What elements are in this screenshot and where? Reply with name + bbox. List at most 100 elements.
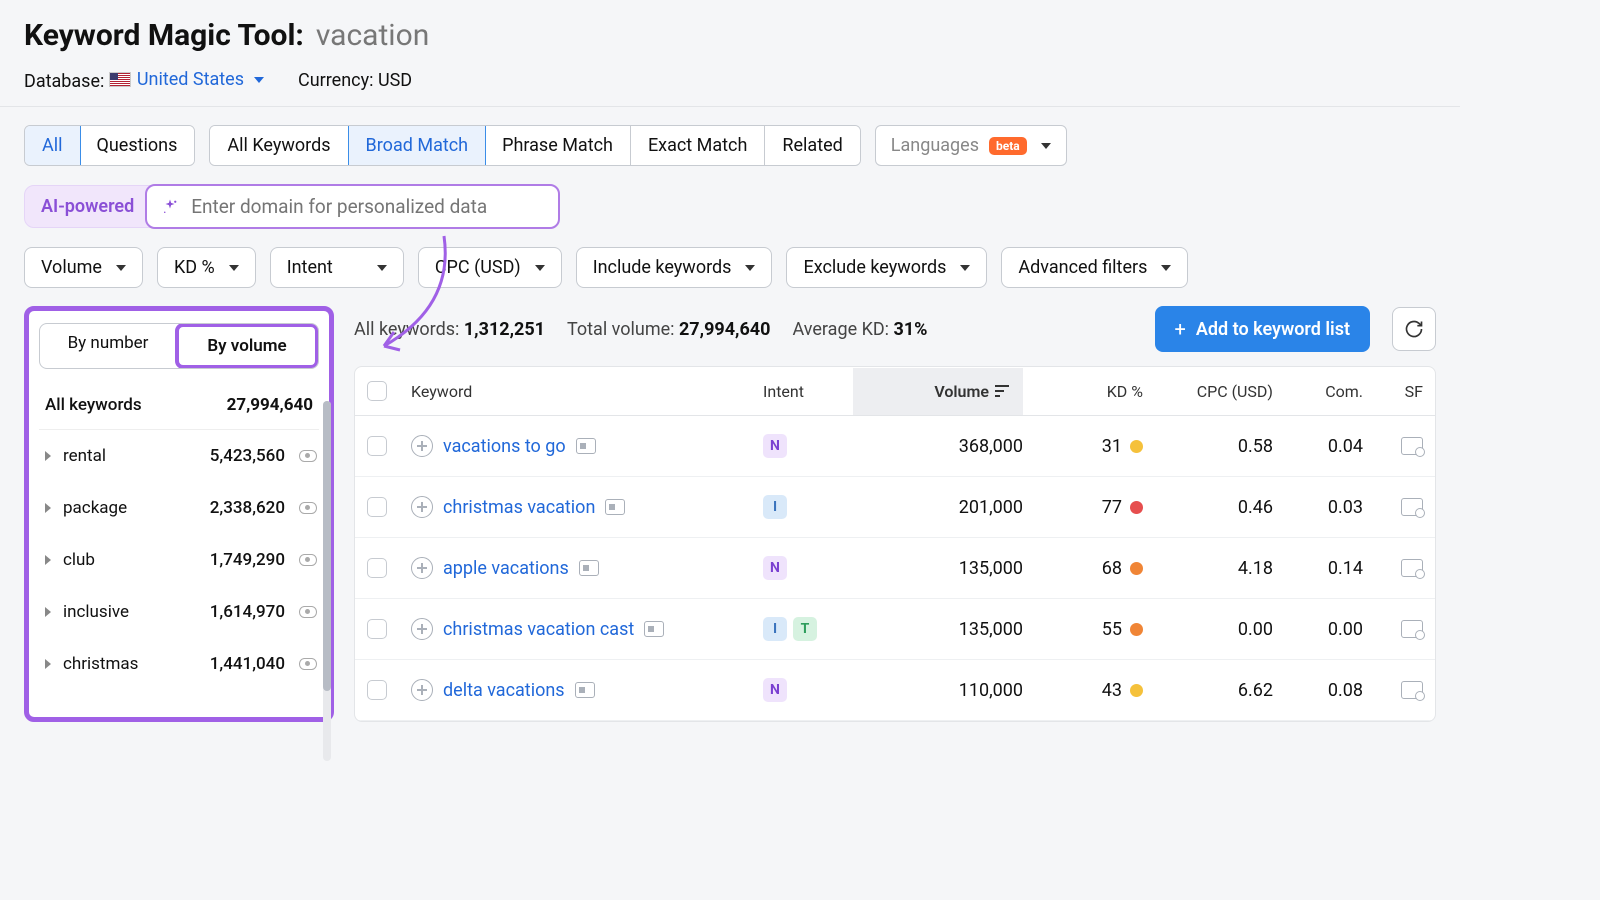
row-checkbox[interactable] <box>367 497 387 517</box>
keyword-link[interactable]: apple vacations <box>443 558 569 579</box>
volume-cell: 368,000 <box>853 436 1023 457</box>
keyword-group-row[interactable]: inclusive1,614,970 <box>39 586 319 638</box>
tab-all[interactable]: All <box>24 125 81 166</box>
database-country: United States <box>137 69 244 90</box>
group-count: 1,614,970 <box>210 602 285 622</box>
currency-label: Currency: <box>298 70 373 91</box>
expand-icon[interactable] <box>411 435 433 457</box>
eye-icon[interactable] <box>299 658 317 670</box>
group-count: 1,441,040 <box>210 654 285 674</box>
tab-exact-match[interactable]: Exact Match <box>631 126 765 165</box>
sf-icon[interactable] <box>1401 559 1423 577</box>
keyword-group-row[interactable]: club1,749,290 <box>39 534 319 586</box>
row-checkbox[interactable] <box>367 619 387 639</box>
expand-icon[interactable] <box>411 496 433 518</box>
row-checkbox[interactable] <box>367 436 387 456</box>
chevron-down-icon <box>254 77 264 83</box>
keyword-group-row[interactable]: christmas1,441,040 <box>39 638 319 690</box>
row-checkbox[interactable] <box>367 558 387 578</box>
volume-cell: 135,000 <box>853 558 1023 579</box>
eye-icon[interactable] <box>299 450 317 462</box>
mode-tabs: All Questions <box>24 125 195 166</box>
eye-icon[interactable] <box>299 606 317 618</box>
languages-dropdown[interactable]: Languages beta <box>875 125 1067 166</box>
keyword-group-row[interactable]: package2,338,620 <box>39 482 319 534</box>
keyword-group-row[interactable]: rental5,423,560 <box>39 430 319 482</box>
th-com[interactable]: Com. <box>1273 382 1363 401</box>
keyword-link[interactable]: vacations to go <box>443 436 566 457</box>
serp-icon[interactable] <box>605 499 625 515</box>
tab-phrase-match[interactable]: Phrase Match <box>485 126 631 165</box>
cpc-cell: 0.58 <box>1143 436 1273 457</box>
serp-icon[interactable] <box>579 560 599 576</box>
th-volume[interactable]: Volume <box>853 368 1023 415</box>
filter-advanced[interactable]: Advanced filters <box>1001 247 1188 288</box>
serp-icon[interactable] <box>644 621 664 637</box>
keyword-link[interactable]: christmas vacation cast <box>443 619 634 640</box>
chevron-down-icon <box>229 265 239 271</box>
filter-volume[interactable]: Volume <box>24 247 143 288</box>
tab-all-keywords[interactable]: All Keywords <box>210 126 348 165</box>
chevron-right-icon <box>45 451 51 461</box>
keyword-link[interactable]: delta vacations <box>443 680 565 701</box>
domain-input[interactable] <box>191 195 544 218</box>
cpc-cell: 4.18 <box>1143 558 1273 579</box>
filter-cpc[interactable]: CPC (USD) <box>418 247 562 288</box>
th-keyword[interactable]: Keyword <box>411 382 763 401</box>
table-row: delta vacationsN110,000436.620.08 <box>355 660 1435 721</box>
sidebar-scrollbar[interactable] <box>323 401 331 761</box>
cpc-cell: 6.62 <box>1143 680 1273 701</box>
th-cpc[interactable]: CPC (USD) <box>1143 382 1273 401</box>
kd-cell: 68 <box>1023 558 1143 579</box>
us-flag-icon <box>109 72 131 87</box>
intent-badge: N <box>763 678 787 702</box>
intent-cell: IT <box>763 617 853 641</box>
intent-badge: T <box>793 617 817 641</box>
th-kd[interactable]: KD % <box>1023 382 1143 401</box>
kd-cell: 31 <box>1023 436 1143 457</box>
chevron-down-icon <box>535 265 545 271</box>
kd-dot-icon <box>1130 562 1143 575</box>
sf-icon[interactable] <box>1401 620 1423 638</box>
intent-cell: N <box>763 434 853 458</box>
row-checkbox[interactable] <box>367 680 387 700</box>
serp-icon[interactable] <box>576 438 596 454</box>
expand-icon[interactable] <box>411 679 433 701</box>
sidebar-all-keywords-row[interactable]: All keywords 27,994,640 <box>39 385 319 430</box>
expand-icon[interactable] <box>411 557 433 579</box>
sort-by-volume[interactable]: By volume <box>175 323 319 369</box>
expand-icon[interactable] <box>411 618 433 640</box>
filter-include[interactable]: Include keywords <box>576 247 773 288</box>
th-intent[interactable]: Intent <box>763 382 853 401</box>
refresh-button[interactable] <box>1392 307 1436 351</box>
chevron-right-icon <box>45 503 51 513</box>
keyword-link[interactable]: christmas vacation <box>443 497 595 518</box>
serp-icon[interactable] <box>575 682 595 698</box>
filter-kd[interactable]: KD % <box>157 247 256 288</box>
sf-icon[interactable] <box>1401 498 1423 516</box>
eye-icon[interactable] <box>299 502 317 514</box>
cpc-cell: 0.00 <box>1143 619 1273 640</box>
kd-dot-icon <box>1130 440 1143 453</box>
intent-cell: N <box>763 556 853 580</box>
intent-badge: I <box>763 495 787 519</box>
sf-icon[interactable] <box>1401 681 1423 699</box>
domain-input-wrap[interactable] <box>145 184 560 229</box>
chevron-right-icon <box>45 607 51 617</box>
select-all-checkbox[interactable] <box>367 381 387 401</box>
group-count: 2,338,620 <box>210 498 285 518</box>
th-sf[interactable]: SF <box>1363 382 1423 401</box>
eye-icon[interactable] <box>299 554 317 566</box>
filter-exclude[interactable]: Exclude keywords <box>786 247 987 288</box>
com-cell: 0.03 <box>1273 497 1363 518</box>
filter-intent[interactable]: Intent <box>270 247 404 288</box>
sort-by-number[interactable]: By number <box>40 324 176 368</box>
tab-questions[interactable]: Questions <box>80 126 195 165</box>
add-to-keyword-list-button[interactable]: + Add to keyword list <box>1155 306 1370 352</box>
kd-cell: 43 <box>1023 680 1143 701</box>
tab-broad-match[interactable]: Broad Match <box>348 125 487 166</box>
page-header: Keyword Magic Tool: vacation Database: U… <box>24 18 1436 92</box>
sf-icon[interactable] <box>1401 437 1423 455</box>
database-link[interactable]: United States <box>109 69 264 90</box>
tab-related[interactable]: Related <box>765 126 859 165</box>
